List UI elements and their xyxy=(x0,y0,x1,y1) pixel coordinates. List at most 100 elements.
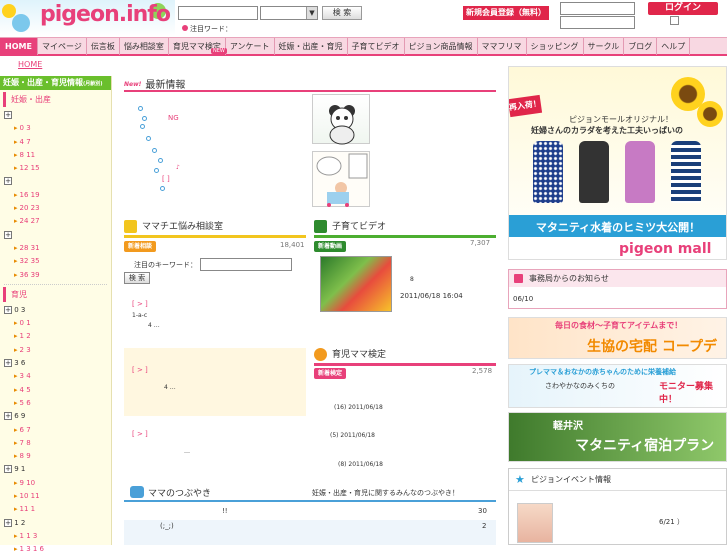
sidebar-item[interactable]: ▸ 1 1 3 xyxy=(0,530,111,543)
breadcrumb-home[interactable]: HOME xyxy=(18,60,42,69)
sidebar-item[interactable]: ▸ 4 5 xyxy=(0,384,111,397)
sidebar-item-label: 9 10 xyxy=(19,478,36,487)
sidebar-item-label: 8 9 xyxy=(19,452,31,461)
arrow-icon: ▸ xyxy=(14,545,18,554)
sidebar-section-pregnancy[interactable]: 妊娠・出産 xyxy=(3,92,108,107)
video-thumbnail[interactable] xyxy=(320,256,392,312)
nav-item-exam[interactable]: 育児ママ検定 NEW xyxy=(169,38,227,55)
tweet-text: !! xyxy=(222,507,228,515)
nav-item-board[interactable]: 伝言板 xyxy=(87,38,120,55)
tweet-row[interactable]: (;_;) 2 xyxy=(124,520,496,545)
arrow-icon: ▸ xyxy=(14,385,18,394)
nav-item-help[interactable]: ヘルプ xyxy=(657,38,691,55)
sidebar-item[interactable]: ▸ 5 6 xyxy=(0,397,111,410)
event-image[interactable] xyxy=(517,503,553,543)
consult-highlight[interactable] xyxy=(124,348,306,416)
event-title[interactable]: ★ ピジョンイベント情報 xyxy=(509,469,726,491)
remember-checkbox[interactable] xyxy=(670,16,679,25)
site-logo[interactable]: pigeon.info xyxy=(0,0,175,36)
arrow-icon: ▸ xyxy=(14,531,18,540)
login-button[interactable]: ログイン xyxy=(648,2,718,15)
nav-item-fleamarket[interactable]: ママフリマ xyxy=(478,38,527,55)
exam-section-title[interactable]: 育児ママ検定 xyxy=(314,348,496,363)
nav-item-circle[interactable]: サークル xyxy=(584,38,625,55)
sidebar-item[interactable]: ▸ 3 4 xyxy=(0,370,111,383)
sidebar-item[interactable]: ▸ 0 1 xyxy=(0,317,111,330)
consult-section-title[interactable]: ママチエ悩み相談室 xyxy=(124,220,306,235)
ad-banner-coopdeli[interactable]: 毎日の食材～子育てアイテムまで！ 生協の宅配 コープデリ xyxy=(508,317,727,359)
sidebar-item[interactable]: ▸ 36 39 xyxy=(0,269,111,282)
sidebar-item[interactable]: ▸ 9 10 xyxy=(0,477,111,490)
sidebar-toggle[interactable]: + 0 3 xyxy=(0,304,111,317)
sidebar-toggle[interactable]: + xyxy=(0,109,111,122)
sidebar-item[interactable]: ▸ 11 1 xyxy=(0,503,111,516)
login-id-field[interactable] xyxy=(560,2,635,15)
nav-item-mypage[interactable]: マイページ xyxy=(38,38,87,55)
event-date: 6/21 ） xyxy=(659,518,684,526)
nav-item-home[interactable]: HOME xyxy=(0,38,38,55)
panda-image[interactable] xyxy=(312,94,370,145)
sidebar-toggle[interactable]: + 9 1 xyxy=(0,463,111,476)
sidebar-item[interactable]: ▸ 16 19 xyxy=(0,189,111,202)
sidebar-toggle[interactable]: + 1 2 xyxy=(0,517,111,530)
video-num: 8 xyxy=(410,276,414,283)
sidebar-item[interactable]: ▸ 8 11 xyxy=(0,149,111,162)
exam-row[interactable]: (8) 2011/06/18 xyxy=(338,461,383,468)
sidebar-item[interactable]: ▸ 28 31 xyxy=(0,242,111,255)
sidebar-item[interactable]: ▸ 2 3 xyxy=(0,344,111,357)
ad-banner-karuizawa[interactable]: 軽井沢 マタニティ宿泊プラン xyxy=(508,412,727,462)
nav-item-consult[interactable]: 悩み相談室 xyxy=(120,38,169,55)
nav-item-shopping[interactable]: ショッピング xyxy=(527,38,584,55)
nav-item-survey[interactable]: アンケート xyxy=(226,38,275,55)
notice-title[interactable]: 事務局からのお知らせ xyxy=(509,270,726,287)
search-input[interactable] xyxy=(178,6,258,20)
exam-count: 2,578 xyxy=(472,367,493,375)
video-section-title[interactable]: 子育てビデオ xyxy=(314,220,496,235)
search-button[interactable]: 検 索 xyxy=(322,6,362,20)
nav-item-blog[interactable]: ブログ xyxy=(624,38,658,55)
login-password-field[interactable] xyxy=(560,16,635,29)
nav-item-products[interactable]: ピジョン商品情報 xyxy=(405,38,478,55)
latest-ng[interactable]: NG xyxy=(168,114,179,122)
sidebar-item[interactable]: ▸ 20 23 xyxy=(0,202,111,215)
sidebar-item[interactable]: ▸ 0 3 xyxy=(0,122,111,135)
nav-item-pregnancy[interactable]: 妊娠・出産・育児 xyxy=(275,38,348,55)
sidebar-item[interactable]: ▸ 8 9 xyxy=(0,450,111,463)
sidebar-toggle[interactable]: + xyxy=(0,175,111,188)
ad-banner-swimwear[interactable]: 再入荷！ ピジョンモールオリジナル！ 妊婦さんのカラダを考えた工夫いっぱいの マ… xyxy=(508,66,727,260)
sidebar-item[interactable]: ▸ 12 15 xyxy=(0,162,111,175)
exam-row[interactable]: (16) 2011/06/18 xyxy=(334,404,383,411)
sidebar-item[interactable]: ▸ 32 35 xyxy=(0,255,111,268)
arrow-icon: ▸ xyxy=(14,332,18,341)
search-category-select[interactable]: ▼ xyxy=(260,6,318,20)
sidebar-item-label: 6 9 xyxy=(14,412,26,421)
sidebar-item[interactable]: ▸ 4 7 xyxy=(0,136,111,149)
latest-bracket[interactable]: [ ] xyxy=(162,175,170,183)
sidebar-item[interactable]: ▸ 7 8 xyxy=(0,437,111,450)
consult-link[interactable]: [ > ] xyxy=(132,366,148,374)
sidebar-toggle[interactable]: + xyxy=(0,229,111,242)
sidebar-item[interactable]: ▸ 1 3 1 6 xyxy=(0,543,111,556)
bubble-icon xyxy=(140,124,145,129)
consult-link[interactable]: [ > ] xyxy=(132,430,148,438)
consult-link[interactable]: [ > ] xyxy=(132,300,148,308)
register-button[interactable]: 新規会員登録（無料） xyxy=(463,6,549,20)
manga-image[interactable] xyxy=(312,151,370,207)
sidebar-section-childcare[interactable]: 育児 xyxy=(3,286,108,302)
keyword-input[interactable] xyxy=(200,258,292,271)
tweet-row[interactable]: !! 30 xyxy=(124,506,496,518)
sidebar-item-label: 0 3 xyxy=(19,124,31,133)
exam-row[interactable]: (5) 2011/06/18 xyxy=(330,432,375,439)
sidebar-toggle[interactable]: + 3 6 xyxy=(0,357,111,370)
sidebar-item-label: 4 5 xyxy=(19,385,31,394)
sidebar-item[interactable]: ▸ 6 7 xyxy=(0,424,111,437)
sidebar-item[interactable]: ▸ 1 2 xyxy=(0,330,111,343)
bubble-icon xyxy=(154,168,159,173)
sidebar-toggle[interactable]: + 6 9 xyxy=(0,410,111,423)
nav-item-video[interactable]: 子育てビデオ xyxy=(348,38,405,55)
bubble-icon xyxy=(152,148,157,153)
sidebar-item[interactable]: ▸ 10 11 xyxy=(0,490,111,503)
keyword-search-button[interactable]: 検 索 xyxy=(124,272,150,284)
ad-banner-monitor[interactable]: プレママ＆おなかの赤ちゃんのために栄養補給 さわやかなのみくちの モニター募集中… xyxy=(508,364,727,408)
sidebar-item[interactable]: ▸ 24 27 xyxy=(0,215,111,228)
